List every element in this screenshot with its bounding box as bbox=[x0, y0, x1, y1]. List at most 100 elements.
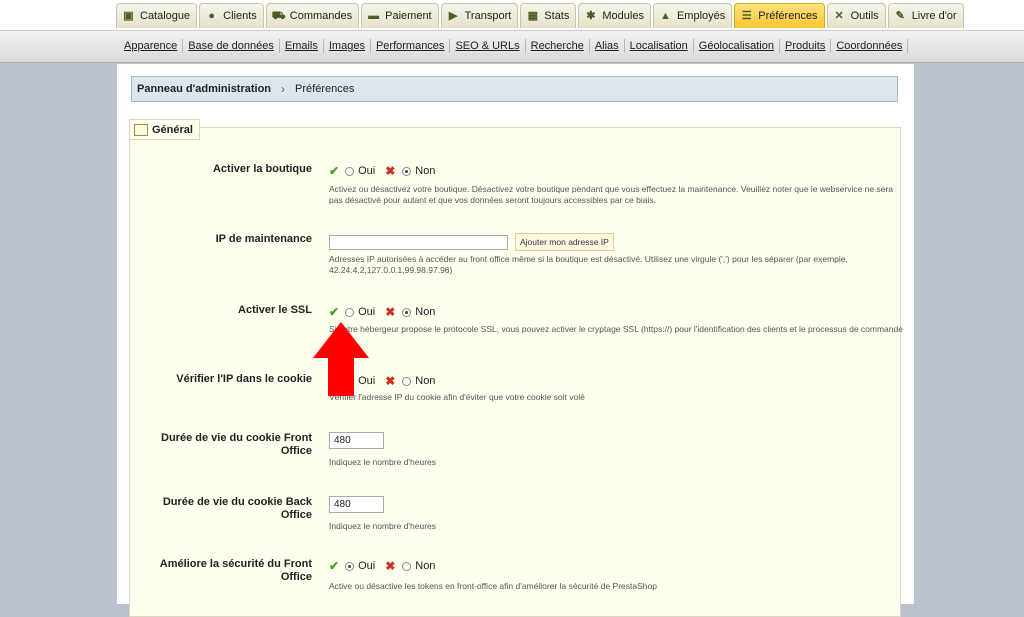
cross-icon: ✖ bbox=[385, 305, 396, 319]
ssl-enable-label: Activer le SSL bbox=[238, 304, 312, 316]
cross-icon: ✖ bbox=[385, 374, 396, 388]
ssl-enable-hint: Si votre hébergeur propose le protocole … bbox=[329, 324, 903, 334]
subnav-link[interactable]: Apparence bbox=[119, 39, 184, 53]
maintenance-ip-control: Ajouter mon adresse IP bbox=[329, 233, 614, 251]
tab-label: Stats bbox=[544, 10, 570, 22]
maintenance-ip-label: IP de maintenance bbox=[215, 233, 312, 245]
breadcrumb-root[interactable]: Panneau d'administration bbox=[137, 83, 271, 95]
breadcrumb-current: Préférences bbox=[295, 83, 355, 95]
general-fieldset: Activer la boutique ✔ Oui ✖ Non Activez … bbox=[129, 127, 903, 617]
tab-label: Catalogue bbox=[140, 10, 191, 22]
stats-icon: ▦ bbox=[527, 9, 538, 22]
cookie-back-input[interactable] bbox=[329, 496, 384, 513]
yes-label: Oui bbox=[358, 165, 376, 177]
cookie-front-control bbox=[329, 432, 384, 449]
front-security-no-radio[interactable] bbox=[402, 561, 412, 571]
breadcrumb-separator-icon: › bbox=[281, 82, 286, 96]
subnav-link[interactable]: Géolocalisation bbox=[694, 39, 780, 53]
guestbook-icon: ✎ bbox=[895, 9, 905, 22]
shop-enable-label: Activer la boutique bbox=[212, 163, 312, 175]
cookie-front-label: Durée de vie du cookie Front Office bbox=[161, 432, 312, 457]
no-label: Non bbox=[415, 306, 436, 318]
ssl-enable-yes-radio[interactable] bbox=[345, 307, 355, 317]
tab-outils[interactable]: ✕ Outils bbox=[826, 3, 886, 28]
cookie-back-hint: Indiquez le nombre d'heures bbox=[329, 521, 436, 531]
shop-enable-yes-radio[interactable] bbox=[345, 166, 355, 176]
no-label: Non bbox=[415, 165, 436, 177]
cookie-back-label: Durée de vie du cookie Back Office bbox=[162, 496, 312, 521]
subnav-link[interactable]: SEO & URLs bbox=[450, 39, 526, 53]
main-tabs: ▣ Catalogue ● Clients ⛟ Commandes ▬ Paiement ▶ Tr… bbox=[116, 3, 966, 30]
check-icon: ✔ bbox=[329, 559, 340, 573]
general-legend: Général bbox=[129, 119, 200, 140]
payment-icon: ▬ bbox=[368, 9, 380, 22]
tab-clients[interactable]: ● Clients bbox=[199, 3, 264, 28]
main-content: Panneau d'administration › Préférences A… bbox=[117, 64, 914, 617]
front-security-control: ✔ Oui ✖ Non bbox=[329, 559, 435, 573]
red-arrow-annotation bbox=[313, 322, 369, 396]
tab-commandes[interactable]: ⛟ Commandes bbox=[265, 3, 360, 28]
cookie-ip-label: Vérifier l'IP dans le cookie bbox=[176, 373, 312, 385]
tab-employés[interactable]: ▲ Employés bbox=[652, 3, 733, 28]
cart-icon: ⛟ bbox=[271, 9, 286, 22]
truck-icon: ▶ bbox=[448, 9, 458, 22]
tab-label: Transport bbox=[464, 10, 512, 22]
front-security-hint: Active ou désactive les tokens en front-… bbox=[329, 581, 657, 591]
tab-label: Commandes bbox=[289, 10, 353, 22]
subnav-link[interactable]: Base de données bbox=[183, 39, 280, 53]
no-label: Non bbox=[415, 560, 436, 572]
tab-livre-d-or[interactable]: ✎ Livre d'or bbox=[887, 3, 964, 28]
subnav-link[interactable]: Performances bbox=[371, 39, 451, 53]
tab-label: Clients bbox=[223, 10, 257, 22]
subnav-link[interactable]: Alias bbox=[590, 39, 625, 53]
tab-modules[interactable]: ✱ Modules bbox=[578, 3, 651, 28]
tab-label: Paiement bbox=[385, 10, 432, 22]
top-tab-bar: ▣ Catalogue ● Clients ⛟ Commandes ▬ Paiement ▶ Tr… bbox=[0, 0, 1024, 30]
breadcrumb: Panneau d'administration › Préférences bbox=[131, 76, 898, 102]
subnav-link[interactable]: Localisation bbox=[625, 39, 694, 53]
ssl-enable-control: ✔ Oui ✖ Non bbox=[329, 305, 435, 319]
check-icon: ✔ bbox=[329, 164, 340, 178]
shop-enable-no-radio[interactable] bbox=[402, 166, 412, 176]
sub-navigation: Apparence Base de données Emails Images Perf… bbox=[0, 30, 1024, 63]
cookie-ip-hint: Vérifier l'adresse IP du cookie afin d'é… bbox=[329, 392, 585, 402]
subnav-link[interactable]: Images bbox=[324, 39, 371, 53]
no-label: Non bbox=[415, 375, 436, 387]
tab-paiement[interactable]: ▬ Paiement bbox=[361, 3, 439, 28]
cookie-front-input[interactable] bbox=[329, 432, 384, 449]
subnav-link[interactable]: Recherche bbox=[526, 39, 590, 53]
maintenance-ip-input[interactable] bbox=[329, 234, 508, 250]
form-icon bbox=[134, 123, 148, 136]
ssl-enable-no-radio[interactable] bbox=[402, 307, 412, 317]
tab-stats[interactable]: ▦ Stats bbox=[520, 3, 577, 28]
add-my-ip-button[interactable]: Ajouter mon adresse IP bbox=[515, 233, 614, 251]
catalog-icon: ▣ bbox=[123, 9, 134, 22]
cross-icon: ✖ bbox=[385, 164, 396, 178]
clients-icon: ● bbox=[208, 9, 215, 22]
yes-label: Oui bbox=[358, 560, 376, 572]
modules-icon: ✱ bbox=[586, 9, 596, 22]
check-icon: ✔ bbox=[329, 305, 340, 319]
shop-enable-hint: Activez ou désactivez votre boutique. Dé… bbox=[329, 184, 894, 205]
general-legend-label: Général bbox=[152, 123, 193, 136]
sub-navigation-links: Apparence Base de données Emails Images Perf… bbox=[119, 39, 909, 53]
maintenance-ip-hint: Adresses IP autorisées à accéder au fron… bbox=[329, 254, 848, 275]
subnav-link[interactable]: Produits bbox=[780, 39, 832, 53]
cookie-ip-no-radio[interactable] bbox=[402, 376, 412, 386]
tab-préférences[interactable]: ☰ Préférences bbox=[734, 3, 825, 28]
subnav-link[interactable]: Emails bbox=[280, 39, 324, 53]
tab-catalogue[interactable]: ▣ Catalogue bbox=[116, 3, 198, 28]
tab-label: Livre d'or bbox=[911, 10, 957, 22]
employees-icon: ▲ bbox=[660, 9, 671, 22]
cookie-back-control bbox=[329, 496, 384, 513]
tools-icon: ✕ bbox=[834, 9, 844, 22]
yes-label: Oui bbox=[358, 306, 376, 318]
subnav-link[interactable]: Coordonnées bbox=[831, 39, 909, 53]
tab-label: Préférences bbox=[758, 10, 818, 22]
tab-label: Outils bbox=[850, 10, 879, 22]
preferences-icon: ☰ bbox=[741, 9, 752, 22]
shop-enable-control: ✔ Oui ✖ Non bbox=[329, 164, 435, 178]
tab-transport[interactable]: ▶ Transport bbox=[440, 3, 519, 28]
arrow-up-icon bbox=[313, 322, 369, 396]
front-security-yes-radio[interactable] bbox=[345, 561, 355, 571]
